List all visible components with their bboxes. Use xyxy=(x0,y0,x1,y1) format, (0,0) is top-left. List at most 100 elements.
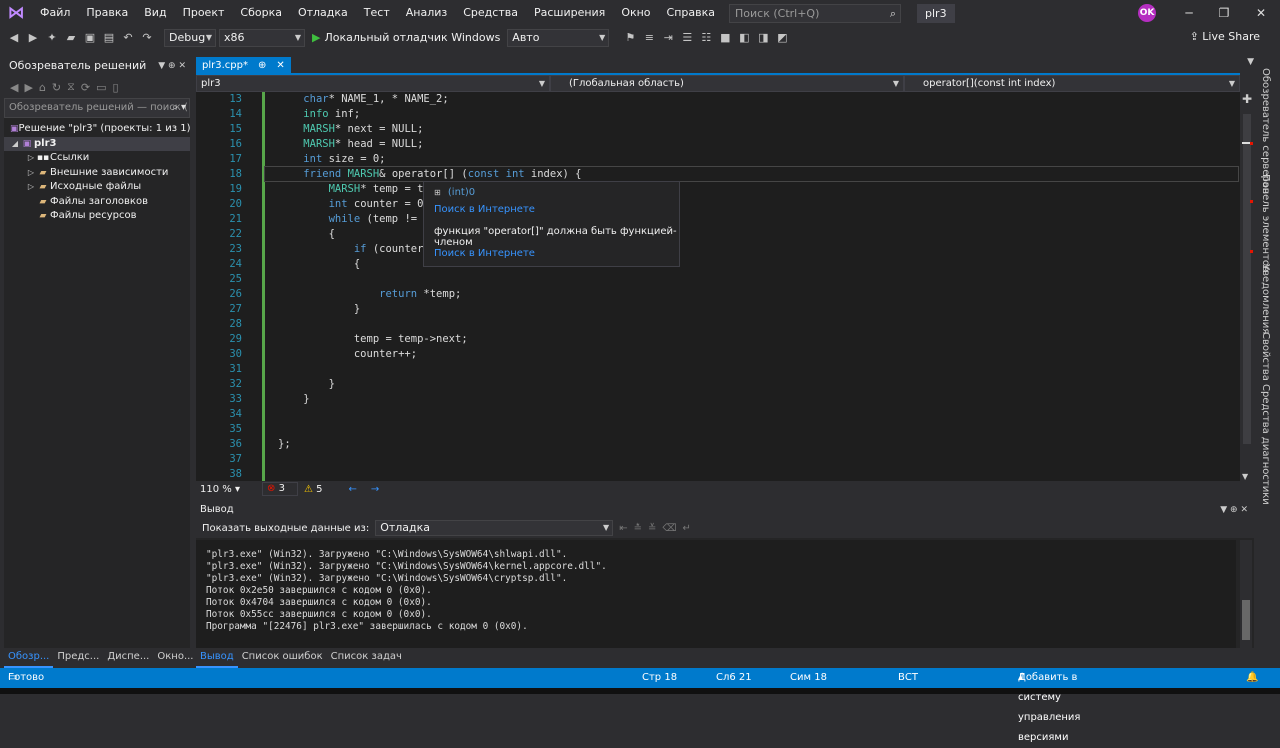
code-line[interactable]: 20 int counter = 0 xyxy=(196,197,1240,212)
nav-member-select[interactable]: operator[](const int index) ▼ xyxy=(904,75,1240,92)
menu-window[interactable]: Окно xyxy=(613,0,658,26)
tab-output[interactable]: Вывод xyxy=(196,648,238,668)
warning-count[interactable]: ⚠ 5 xyxy=(304,484,323,495)
save-icon[interactable]: ▣ xyxy=(82,31,98,44)
output-source-select[interactable]: Отладка ▼ xyxy=(375,520,614,536)
scroll-thumb[interactable] xyxy=(1243,114,1251,444)
save-all-icon[interactable]: ▤ xyxy=(101,31,117,44)
tree-item-header-files[interactable]: ▰ Файлы заголовков xyxy=(4,195,190,210)
clear-all-icon[interactable]: ⌫ xyxy=(662,523,676,534)
debug-mode-select[interactable]: Авто ▼ xyxy=(507,28,610,47)
add-to-source-control[interactable]: ↑ Добавить в систему управления версиями… xyxy=(1018,668,1080,743)
code-line[interactable]: 36}; xyxy=(196,437,1240,452)
code-line[interactable]: 19 MARSH* temp = th xyxy=(196,182,1240,197)
refresh-icon[interactable]: ⟳ xyxy=(81,81,90,94)
pending-changes-icon[interactable]: ⧖ xyxy=(67,80,75,94)
tab-class-view[interactable]: Окно... xyxy=(153,648,197,668)
output-scrollbar[interactable] xyxy=(1240,540,1252,648)
expanded-icon[interactable]: ◢ xyxy=(10,137,20,152)
tree-item-resource-files[interactable]: ▰ Файлы ресурсов xyxy=(4,209,190,224)
collapsed-icon[interactable]: ▷ xyxy=(26,151,36,166)
panel-controls[interactable]: ▼ ⊕ ✕ xyxy=(1220,502,1248,518)
back-icon[interactable]: ◀ xyxy=(10,81,18,94)
menu-build[interactable]: Сборка xyxy=(232,0,290,26)
zoom-level[interactable]: 110 % ▾ xyxy=(200,484,248,495)
find-icon[interactable]: ⚑ xyxy=(622,31,638,44)
prev-issue-icon[interactable]: ← xyxy=(348,484,356,495)
tooltip-search-link-2[interactable]: Поиск в Интернете xyxy=(434,248,535,259)
comment-icon[interactable]: ☰ xyxy=(679,31,695,44)
code-line[interactable]: 37 xyxy=(196,452,1240,467)
scroll-down-icon[interactable]: ▼ xyxy=(1242,472,1248,481)
avatar[interactable]: OK xyxy=(1138,4,1156,22)
uncomment-icon[interactable]: ☷ xyxy=(698,31,714,44)
panel-controls[interactable]: ▼ ⊕ ✕ xyxy=(158,56,186,76)
code-line[interactable]: 29 temp = temp->next; xyxy=(196,332,1240,347)
rail-notifications[interactable]: Уведомления xyxy=(1260,264,1271,334)
code-line[interactable]: 24 { xyxy=(196,257,1240,272)
code-line[interactable]: 32 } xyxy=(196,377,1240,392)
menu-debug[interactable]: Отладка xyxy=(290,0,356,26)
code-line[interactable]: 26 return *temp; xyxy=(196,287,1240,302)
menu-help[interactable]: Справка xyxy=(659,0,723,26)
menu-edit[interactable]: Правка xyxy=(78,0,136,26)
menu-file[interactable]: Файл xyxy=(32,0,78,26)
minimize-icon[interactable]: ─ xyxy=(1172,0,1206,26)
collapsed-icon[interactable]: ▷ xyxy=(26,180,36,195)
code-line[interactable]: 14 info inf; xyxy=(196,107,1240,122)
platform-select[interactable]: x86 ▼ xyxy=(219,28,305,47)
nav-scope-select[interactable]: (Глобальная область) ▼ xyxy=(550,75,904,92)
code-line[interactable]: 21 while (temp != N xyxy=(196,212,1240,227)
tab-team-explorer[interactable]: Предс... xyxy=(53,648,103,668)
menu-project[interactable]: Проект xyxy=(175,0,233,26)
error-count[interactable]: ⊗ 3 xyxy=(262,482,298,496)
code-line[interactable]: 30 counter++; xyxy=(196,347,1240,362)
show-all-icon[interactable]: ▯ xyxy=(113,81,119,94)
tree-item-references[interactable]: ▷ ▪▪ Ссылки xyxy=(4,151,190,166)
code-line[interactable]: 13 char* NAME_1, * NAME_2; xyxy=(196,92,1240,107)
output-scroll-thumb[interactable] xyxy=(1242,600,1250,640)
start-debugging-button[interactable]: ▶ Локальный отладчик Windows xyxy=(308,31,504,44)
output-text[interactable]: "plr3.exe" (Win32). Загружено "C:\Window… xyxy=(196,540,1236,648)
tooltip-search-link-1[interactable]: Поиск в Интернете xyxy=(434,204,535,215)
bookmark-clear-icon[interactable]: ◩ xyxy=(774,31,790,44)
rail-toolbox[interactable]: Панель элементов xyxy=(1260,174,1271,272)
indent-icon[interactable]: ⇥ xyxy=(660,31,676,44)
tab-property-manager[interactable]: Диспе... xyxy=(103,648,153,668)
bookmark-icon[interactable]: ■ xyxy=(717,31,733,44)
status-insert-mode[interactable]: ВСТ xyxy=(898,668,918,688)
code-line[interactable]: 27 } xyxy=(196,302,1240,317)
next-message-icon[interactable]: ≚ xyxy=(648,523,656,534)
code-editor[interactable]: 13 char* NAME_1, * NAME_2; 14 info inf; 15… xyxy=(196,92,1240,481)
bookmark-next-icon[interactable]: ◨ xyxy=(755,31,771,44)
forward-icon[interactable]: ▶ xyxy=(24,81,32,94)
config-select[interactable]: Debug ▼ xyxy=(164,28,216,47)
code-line[interactable]: 15 MARSH* next = NULL; xyxy=(196,122,1240,137)
menu-tools[interactable]: Средства xyxy=(455,0,526,26)
next-issue-icon[interactable]: → xyxy=(371,484,379,495)
code-line[interactable]: 22 { xyxy=(196,227,1240,242)
rail-diagnostic-tools[interactable]: Средства диагностики xyxy=(1260,384,1271,505)
rail-properties[interactable]: Свойства xyxy=(1260,332,1271,381)
close-tab-icon[interactable]: ✕ xyxy=(276,57,284,75)
split-icon[interactable]: ✚ xyxy=(1242,92,1252,106)
tree-item-external-deps[interactable]: ▷ ▰ Внешние зависимости xyxy=(4,166,190,181)
code-line[interactable]: 35 xyxy=(196,422,1240,437)
solution-search-input[interactable]: Обозреватель решений — поиск ( ⌕ ▾ xyxy=(4,98,190,118)
close-icon[interactable]: ✕ xyxy=(1244,0,1278,26)
code-line[interactable]: 25 xyxy=(196,272,1240,287)
code-line[interactable]: 31 xyxy=(196,362,1240,377)
restore-icon[interactable]: ❐ xyxy=(1207,0,1241,26)
menu-test[interactable]: Тест xyxy=(356,0,398,26)
bookmark-prev-icon[interactable]: ◧ xyxy=(736,31,752,44)
tab-plr3-cpp[interactable]: plr3.cpp* ⊕ ✕ xyxy=(196,57,291,75)
code-line[interactable]: 23 if (counter xyxy=(196,242,1240,257)
forward-icon[interactable]: ▶ xyxy=(25,31,41,44)
collapse-icon[interactable]: ▭ xyxy=(96,81,106,94)
code-line[interactable]: 38 xyxy=(196,467,1240,481)
code-line[interactable]: 17 int size = 0; xyxy=(196,152,1240,167)
code-line[interactable]: 18 friend MARSH& operator[] (const int i… xyxy=(196,167,1240,182)
quick-search-input[interactable]: Поиск (Ctrl+Q) ⌕ xyxy=(729,3,902,23)
tab-overflow-icon[interactable]: ▼ xyxy=(1247,57,1254,67)
editor-scrollbar[interactable]: ✚ ▼ xyxy=(1240,92,1254,481)
